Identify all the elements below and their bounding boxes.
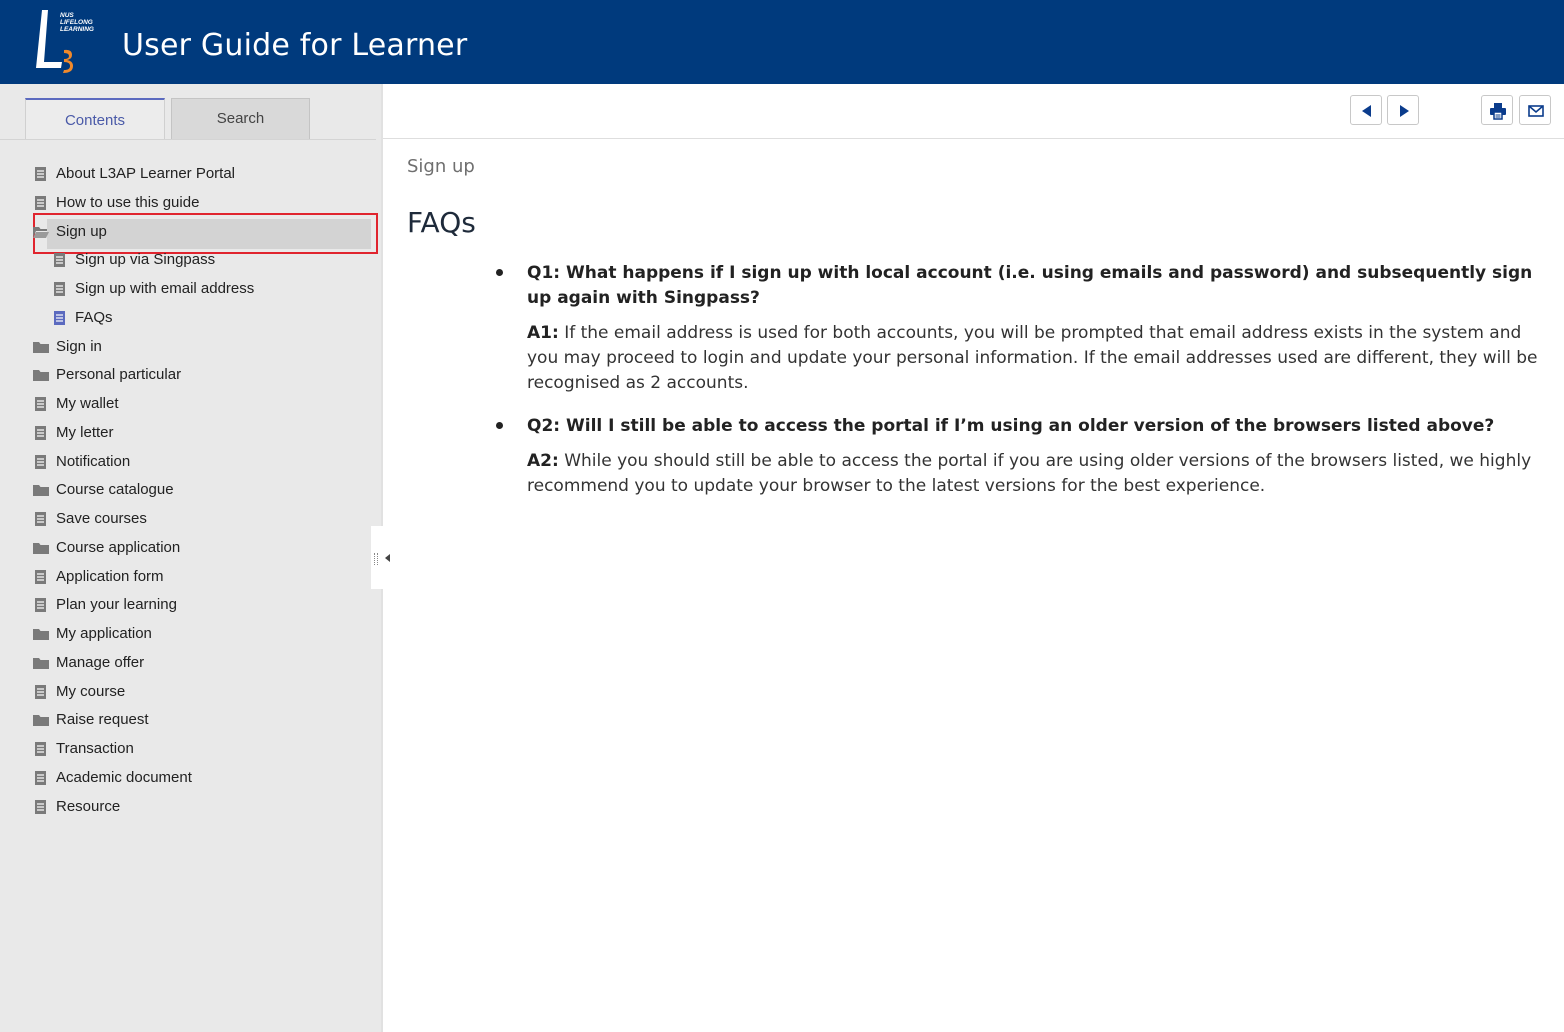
- email-button[interactable]: [1519, 95, 1551, 125]
- faq-answer-label-2: A2:: [527, 451, 559, 471]
- nus-lifelong-learning-logo: NUS LIFELONG LEARNING: [36, 10, 94, 73]
- page-icon: [33, 195, 49, 211]
- toc-item-label: My course: [56, 683, 126, 700]
- folder-icon: [33, 712, 49, 728]
- page-icon: [33, 770, 49, 786]
- toc-item-label: Raise request: [56, 711, 149, 728]
- previous-icon: [1362, 105, 1371, 117]
- content-toolbar: [383, 84, 1564, 139]
- app-header: NUS LIFELONG LEARNING User Guide for Lea…: [0, 0, 1564, 84]
- toc-item-label: Sign up via Singpass: [75, 251, 216, 268]
- print-button[interactable]: [1481, 95, 1513, 125]
- faq-question-1: Q1: What happens if I sign up with local…: [527, 263, 1533, 308]
- grip-icon: [374, 553, 378, 565]
- toc-item-label: My application: [56, 625, 152, 642]
- toc-item-label: My wallet: [56, 395, 119, 412]
- page-title: FAQs: [407, 206, 476, 239]
- open-folder-icon: [33, 224, 49, 240]
- toc-item-label: How to use this guide: [56, 194, 200, 211]
- chevron-left-icon: [385, 554, 390, 562]
- folder-icon: [33, 655, 49, 671]
- page-icon: [52, 252, 68, 268]
- logo-text-nus: NUS: [60, 12, 74, 19]
- faq-item-2: Q2: Will I still be able to access the p…: [496, 414, 1541, 504]
- next-icon: [1400, 105, 1409, 117]
- folder-icon: [33, 540, 49, 556]
- faq-item-1: Q1: What happens if I sign up with local…: [496, 261, 1541, 396]
- toc-item-label: Course catalogue: [56, 481, 174, 498]
- toc-item-label: FAQs: [75, 309, 113, 326]
- toc-item-label: Academic document: [56, 769, 192, 786]
- page-icon: [33, 569, 49, 585]
- page-icon: [52, 281, 68, 297]
- folder-icon: [33, 367, 49, 383]
- page-icon: [33, 684, 49, 700]
- toc-item-label: Sign up: [56, 223, 107, 240]
- collapse-sidebar-button[interactable]: [371, 526, 394, 589]
- bullet-icon: [496, 422, 503, 429]
- email-icon: [1528, 105, 1544, 117]
- folder-icon: [33, 482, 49, 498]
- toc-item-label: My letter: [56, 424, 114, 441]
- print-icon: [1490, 103, 1506, 120]
- page-icon: [33, 425, 49, 441]
- faq-answer-text-1: If the email address is used for both ac…: [527, 323, 1538, 393]
- faq-answer-2: A2: While you should still be able to ac…: [527, 449, 1539, 499]
- app-title: User Guide for Learner: [122, 28, 468, 63]
- breadcrumb[interactable]: Sign up: [407, 156, 475, 177]
- tab-divider: [0, 139, 376, 140]
- folder-icon: [33, 339, 49, 355]
- bullet-icon: [496, 269, 503, 276]
- toc-item-label: Resource: [56, 798, 121, 815]
- toc-item-label: Notification: [56, 453, 131, 470]
- previous-button[interactable]: [1350, 95, 1382, 125]
- toc-item-label: Application form: [56, 568, 164, 585]
- page-icon: [33, 166, 49, 182]
- folder-icon: [33, 626, 49, 642]
- faq-answer-text-2: While you should still be able to access…: [527, 451, 1532, 496]
- toc-item-label: About L3AP Learner Portal: [56, 165, 236, 182]
- toc-item-label: Transaction: [56, 740, 134, 757]
- toc-item-label: Sign up with email address: [75, 280, 255, 297]
- toc-item-label: Personal particular: [56, 366, 182, 383]
- faq-question-2: Q2: Will I still be able to access the p…: [527, 416, 1495, 436]
- page-icon: [33, 799, 49, 815]
- logo-text-learning: LEARNING: [60, 26, 94, 33]
- toc-item-label: Course application: [56, 539, 181, 556]
- page-icon: [33, 454, 49, 470]
- toc-item-label: Sign in: [56, 338, 102, 355]
- toc-item-label: Manage offer: [56, 654, 145, 671]
- toc-item-label: Plan your learning: [56, 596, 177, 613]
- faq-answer-1: A1: If the email address is used for bot…: [527, 321, 1539, 396]
- toc-item-label: Save courses: [56, 510, 147, 527]
- page-icon: [52, 310, 68, 326]
- page-icon: [33, 741, 49, 757]
- page-icon: [33, 511, 49, 527]
- next-button[interactable]: [1387, 95, 1419, 125]
- tab-search[interactable]: Search: [171, 98, 310, 140]
- logo-text-lifelong: LIFELONG: [60, 19, 93, 26]
- faq-answer-label-1: A1:: [527, 323, 559, 343]
- page-icon: [33, 597, 49, 613]
- tab-contents[interactable]: Contents: [25, 98, 165, 140]
- page-icon: [33, 396, 49, 412]
